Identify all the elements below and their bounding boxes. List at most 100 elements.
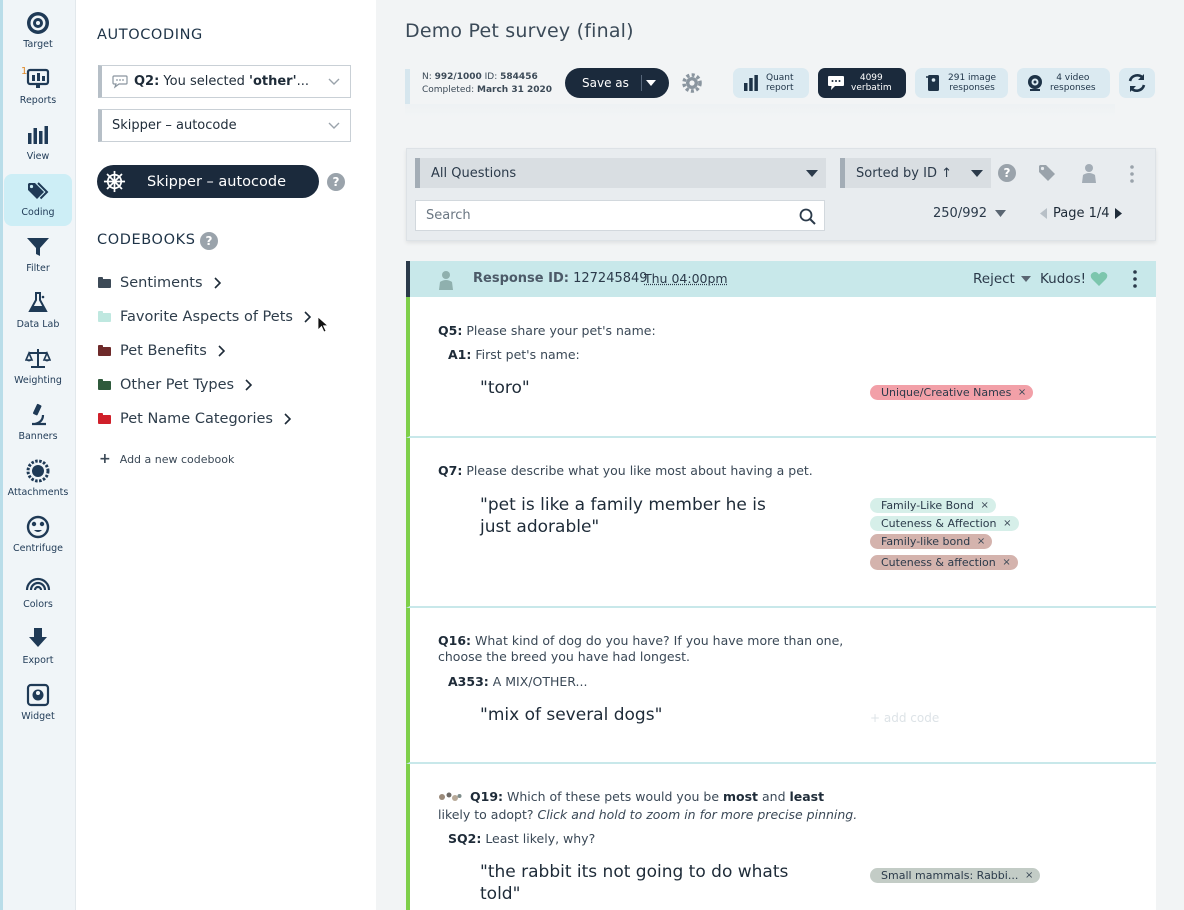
nav-weighting[interactable]: Weighting — [4, 342, 72, 394]
code-tag[interactable]: Family-like bond × — [870, 534, 993, 549]
codebooks-heading: CODEBOOKS — [97, 232, 196, 248]
search-input[interactable]: Search — [415, 200, 825, 231]
download-arrow-icon — [29, 628, 47, 647]
codebook-item-sentiments[interactable]: Sentiments — [98, 273, 221, 293]
codebook-item-pet-benefits[interactable]: Pet Benefits — [98, 341, 225, 361]
autocoding-panel: AUTOCODING Q2: You selected 'other'... S… — [76, 0, 376, 910]
kudos-button[interactable]: Kudos! — [1040, 271, 1108, 287]
nav-widget[interactable]: Widget — [4, 678, 72, 730]
skipper-autocode-button[interactable]: Skipper – autocode — [97, 165, 319, 198]
filter-help-icon[interactable]: ? — [998, 164, 1016, 182]
add-codebook-link[interactable]: + Add a new codebook — [99, 451, 234, 467]
prev-page-icon[interactable] — [1039, 208, 1047, 219]
folder-icon — [98, 344, 111, 356]
codebooks-help-icon[interactable]: ? — [200, 232, 218, 250]
codebook-item-other-pet-types[interactable]: Other Pet Types — [98, 375, 253, 395]
chevron-right-icon — [304, 311, 311, 323]
answer-card-q19: Q19: Which of these pets would you be mo… — [406, 764, 1156, 910]
code-tag[interactable]: Unique/Creative Names × — [870, 385, 1034, 400]
image-file-icon — [926, 75, 939, 91]
funnel-icon — [27, 238, 49, 256]
reject-dropdown[interactable]: Reject — [973, 271, 1031, 287]
nav-centrifuge[interactable]: Centrifuge — [4, 510, 72, 562]
video-responses-button[interactable]: 4 video responses — [1017, 68, 1110, 98]
code-tag[interactable]: Cuteness & Affection × — [870, 516, 1019, 531]
question-text: Q16: What kind of dog do you have? If yo… — [438, 633, 844, 664]
remove-tag-icon[interactable]: × — [980, 498, 988, 513]
nav-reports[interactable]: 1 Reports — [4, 62, 72, 114]
plus-icon: + — [99, 451, 111, 467]
remove-tag-icon[interactable]: × — [977, 534, 985, 549]
more-options-icon[interactable] — [1133, 269, 1137, 289]
add-code-link[interactable]: + add code — [870, 711, 939, 725]
response-id: Response ID: 127245849 — [473, 271, 648, 286]
result-count-select[interactable]: 250/992 — [933, 206, 1007, 221]
remove-tag-icon[interactable]: × — [1025, 868, 1033, 883]
chevron-right-icon — [284, 413, 291, 425]
page-title: Demo Pet survey (final) — [405, 20, 634, 42]
answer-label: SQ2: Least likely, why? — [448, 831, 596, 846]
codebook-item-favorite-aspects[interactable]: Favorite Aspects of Pets — [98, 307, 311, 327]
add-codebook-label: Add a new codebook — [119, 452, 235, 466]
code-tag[interactable]: Small mammals: Rabbi... × — [870, 868, 1041, 883]
folder-icon — [98, 276, 111, 288]
refresh-button[interactable] — [1119, 68, 1155, 98]
nav-target[interactable]: Target — [4, 6, 72, 58]
webcam-icon — [1028, 75, 1042, 91]
more-options-icon[interactable] — [1130, 164, 1134, 184]
next-page-icon[interactable] — [1114, 208, 1123, 219]
nav-coding[interactable]: Coding — [4, 174, 72, 226]
nav-export[interactable]: Export — [4, 622, 72, 674]
folder-icon — [98, 412, 111, 424]
nav-attachments[interactable]: Attachments — [4, 454, 72, 506]
nav-rail: Target 1 Reports View Coding Filter Data… — [0, 0, 76, 910]
response-header: Response ID: 127245849 Thu 04:00pm Rejec… — [406, 261, 1156, 297]
filter-bar: All Questions Sorted by ID ↑ ? Search 25… — [406, 148, 1156, 241]
caret-down-icon — [1020, 275, 1031, 282]
codebook-item-pet-name-categories[interactable]: Pet Name Categories — [98, 409, 291, 429]
remove-tag-icon[interactable]: × — [1003, 516, 1011, 531]
tag-icon[interactable] — [1038, 164, 1056, 182]
sort-select[interactable]: Sorted by ID ↑ — [840, 158, 991, 188]
question-select[interactable]: Q2: You selected 'other'... — [98, 65, 351, 98]
autocoding-heading: AUTOCODING — [97, 27, 203, 43]
verbatim-button[interactable]: 4099 verbatim — [818, 68, 906, 98]
codebook-label: Favorite Aspects of Pets — [120, 309, 293, 325]
nav-colors[interactable]: Colors — [4, 566, 72, 618]
gear-icon[interactable] — [680, 71, 704, 95]
codebook-label: Pet Benefits — [120, 343, 207, 359]
remove-tag-icon[interactable]: × — [1002, 555, 1010, 570]
all-questions-select[interactable]: All Questions — [415, 158, 826, 188]
remove-tag-icon[interactable]: × — [1018, 385, 1026, 400]
reports-icon — [26, 68, 50, 88]
bar-chart-icon — [28, 126, 48, 144]
question-text: Q7: Please describe what you like most a… — [438, 463, 813, 478]
response-time: Thu 04:00pm — [644, 271, 728, 286]
tags-icon — [28, 182, 49, 200]
chevron-down-icon — [328, 122, 340, 129]
person-icon[interactable] — [1081, 163, 1097, 183]
chat-bubble-icon — [112, 74, 128, 89]
nav-filter[interactable]: Filter — [4, 230, 72, 282]
flask-icon — [28, 292, 48, 312]
centrifuge-icon — [26, 515, 50, 539]
sun-gear-icon — [26, 459, 50, 483]
widget-icon — [26, 683, 50, 707]
skipper-help-icon[interactable]: ? — [327, 173, 345, 191]
code-tag[interactable]: Cuteness & affection × — [870, 555, 1018, 570]
caret-down-icon[interactable] — [645, 77, 657, 89]
code-tag[interactable]: Family-Like Bond × — [870, 498, 996, 513]
answer-label: A1: First pet's name: — [448, 347, 580, 362]
pets-thumbnail-icon — [439, 792, 462, 801]
image-responses-button[interactable]: 291 image responses — [915, 68, 1008, 98]
codebook-select[interactable]: Skipper – autocode — [98, 109, 351, 142]
rainbow-icon — [25, 577, 51, 591]
quant-report-button[interactable]: Quant report — [733, 68, 809, 98]
nav-view[interactable]: View — [4, 118, 72, 170]
nav-banners[interactable]: Banners — [4, 398, 72, 450]
question-text: Q19: Which of these pets would you be mo… — [470, 789, 825, 804]
bar-chart-icon — [744, 75, 758, 91]
save-as-button[interactable]: Save as — [565, 68, 669, 98]
nav-data-lab[interactable]: Data Lab — [4, 286, 72, 338]
microscope-icon — [32, 403, 46, 426]
